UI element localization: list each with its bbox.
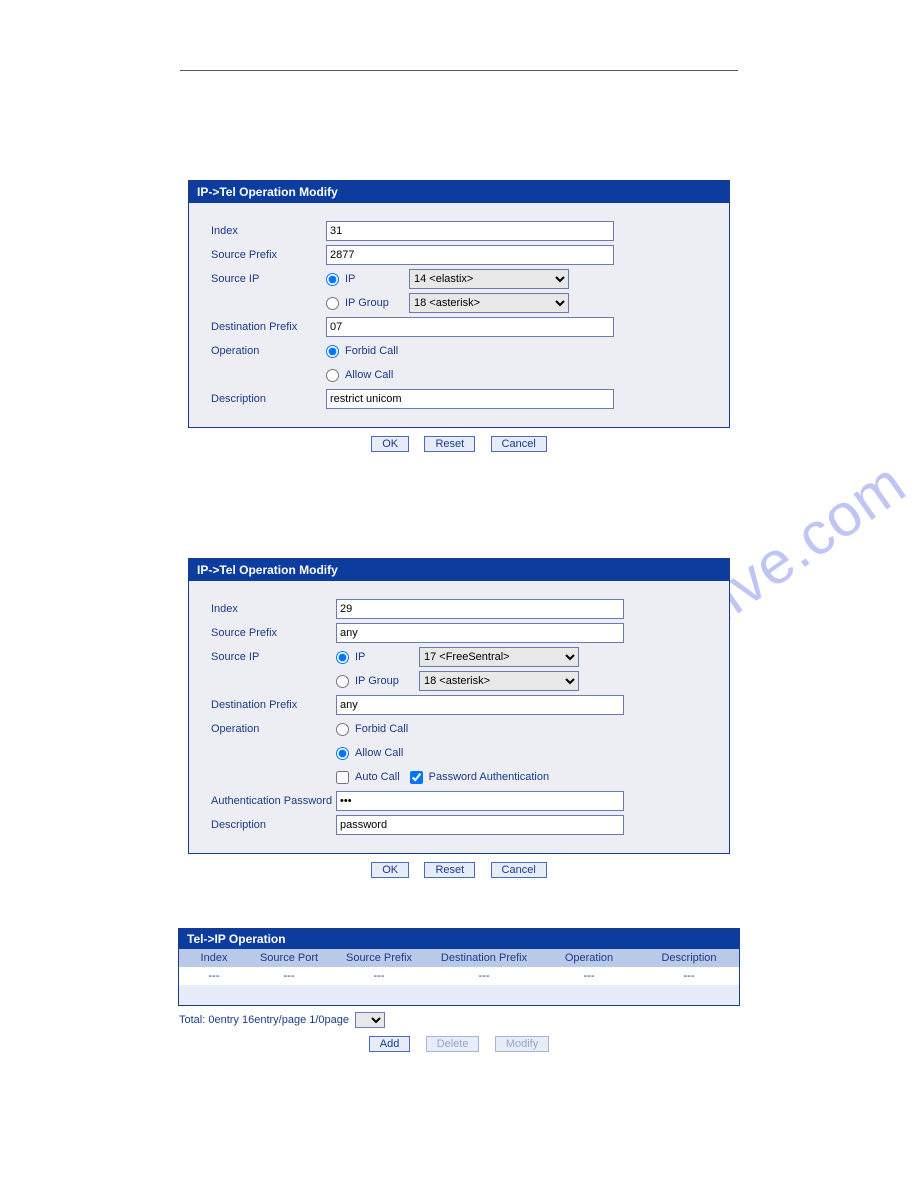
radio-ip-group-label: IP Group <box>355 675 415 687</box>
col-description: Description <box>639 952 739 964</box>
table-row-blank <box>179 985 739 1005</box>
ip-select[interactable]: 14 <elastix> <box>409 269 569 289</box>
cancel-button[interactable]: Cancel <box>491 436 547 452</box>
radio-allow-call[interactable] <box>336 747 349 760</box>
label-description: Description <box>211 819 336 831</box>
radio-forbid-call[interactable] <box>336 723 349 736</box>
header-divider <box>180 70 738 71</box>
tel-ip-operation-panel: Tel->IP Operation Index Source Port Sour… <box>178 928 740 1006</box>
source-prefix-input[interactable] <box>336 623 624 643</box>
delete-button: Delete <box>426 1036 480 1052</box>
reset-button[interactable]: Reset <box>424 862 475 878</box>
ip-group-select[interactable]: 18 <asterisk> <box>409 293 569 313</box>
ok-button[interactable]: OK <box>371 862 409 878</box>
radio-ip[interactable] <box>336 651 349 664</box>
ip-group-select[interactable]: 18 <asterisk> <box>419 671 579 691</box>
cancel-button[interactable]: Cancel <box>491 862 547 878</box>
reset-button[interactable]: Reset <box>424 436 475 452</box>
radio-ip-label: IP <box>355 651 415 663</box>
label-source-ip: Source IP <box>211 273 326 285</box>
table-row[interactable]: --- --- --- --- --- --- <box>179 967 739 985</box>
radio-forbid-call[interactable] <box>326 345 339 358</box>
add-button[interactable]: Add <box>369 1036 411 1052</box>
col-source-prefix: Source Prefix <box>329 952 429 964</box>
radio-forbid-call-label: Forbid Call <box>355 723 408 735</box>
description-input[interactable] <box>336 815 624 835</box>
auth-password-input[interactable] <box>336 791 624 811</box>
radio-ip[interactable] <box>326 273 339 286</box>
col-destination-prefix: Destination Prefix <box>429 952 539 964</box>
destination-prefix-input[interactable] <box>326 317 614 337</box>
label-operation: Operation <box>211 345 326 357</box>
label-source-prefix: Source Prefix <box>211 249 326 261</box>
radio-ip-group-label: IP Group <box>345 297 405 309</box>
destination-prefix-input[interactable] <box>336 695 624 715</box>
radio-allow-call-label: Allow Call <box>355 747 403 759</box>
index-input[interactable] <box>336 599 624 619</box>
radio-ip-group[interactable] <box>336 675 349 688</box>
checkbox-password-auth[interactable] <box>410 771 423 784</box>
table-column-headers: Index Source Port Source Prefix Destinat… <box>179 949 739 967</box>
label-index: Index <box>211 603 336 615</box>
label-source-ip: Source IP <box>211 651 336 663</box>
radio-allow-call[interactable] <box>326 369 339 382</box>
label-source-prefix: Source Prefix <box>211 627 336 639</box>
pager-text: Total: 0entry 16entry/page 1/0page <box>179 1014 349 1026</box>
label-index: Index <box>211 225 326 237</box>
radio-ip-label: IP <box>345 273 405 285</box>
checkbox-auto-call[interactable] <box>336 771 349 784</box>
radio-ip-group[interactable] <box>326 297 339 310</box>
label-destination-prefix: Destination Prefix <box>211 321 326 333</box>
col-source-port: Source Port <box>249 952 329 964</box>
checkbox-auto-call-label: Auto Call <box>355 771 400 783</box>
source-prefix-input[interactable] <box>326 245 614 265</box>
label-operation: Operation <box>211 723 336 735</box>
index-input[interactable] <box>326 221 614 241</box>
col-index: Index <box>179 952 249 964</box>
pager-select[interactable] <box>355 1012 385 1028</box>
radio-forbid-call-label: Forbid Call <box>345 345 398 357</box>
radio-allow-call-label: Allow Call <box>345 369 393 381</box>
label-description: Description <box>211 393 326 405</box>
ip-tel-modify-panel-1: IP->Tel Operation Modify Index Source Pr… <box>188 180 730 428</box>
modify-button: Modify <box>495 1036 549 1052</box>
description-input[interactable] <box>326 389 614 409</box>
ip-select[interactable]: 17 <FreeSentral> <box>419 647 579 667</box>
panel1-title: IP->Tel Operation Modify <box>189 181 729 203</box>
label-destination-prefix: Destination Prefix <box>211 699 336 711</box>
panel2-title: IP->Tel Operation Modify <box>189 559 729 581</box>
checkbox-password-auth-label: Password Authentication <box>429 771 549 783</box>
ok-button[interactable]: OK <box>371 436 409 452</box>
label-auth-password: Authentication Password <box>211 795 336 807</box>
table-title: Tel->IP Operation <box>179 929 739 949</box>
col-operation: Operation <box>539 952 639 964</box>
ip-tel-modify-panel-2: IP->Tel Operation Modify Index Source Pr… <box>188 558 730 854</box>
